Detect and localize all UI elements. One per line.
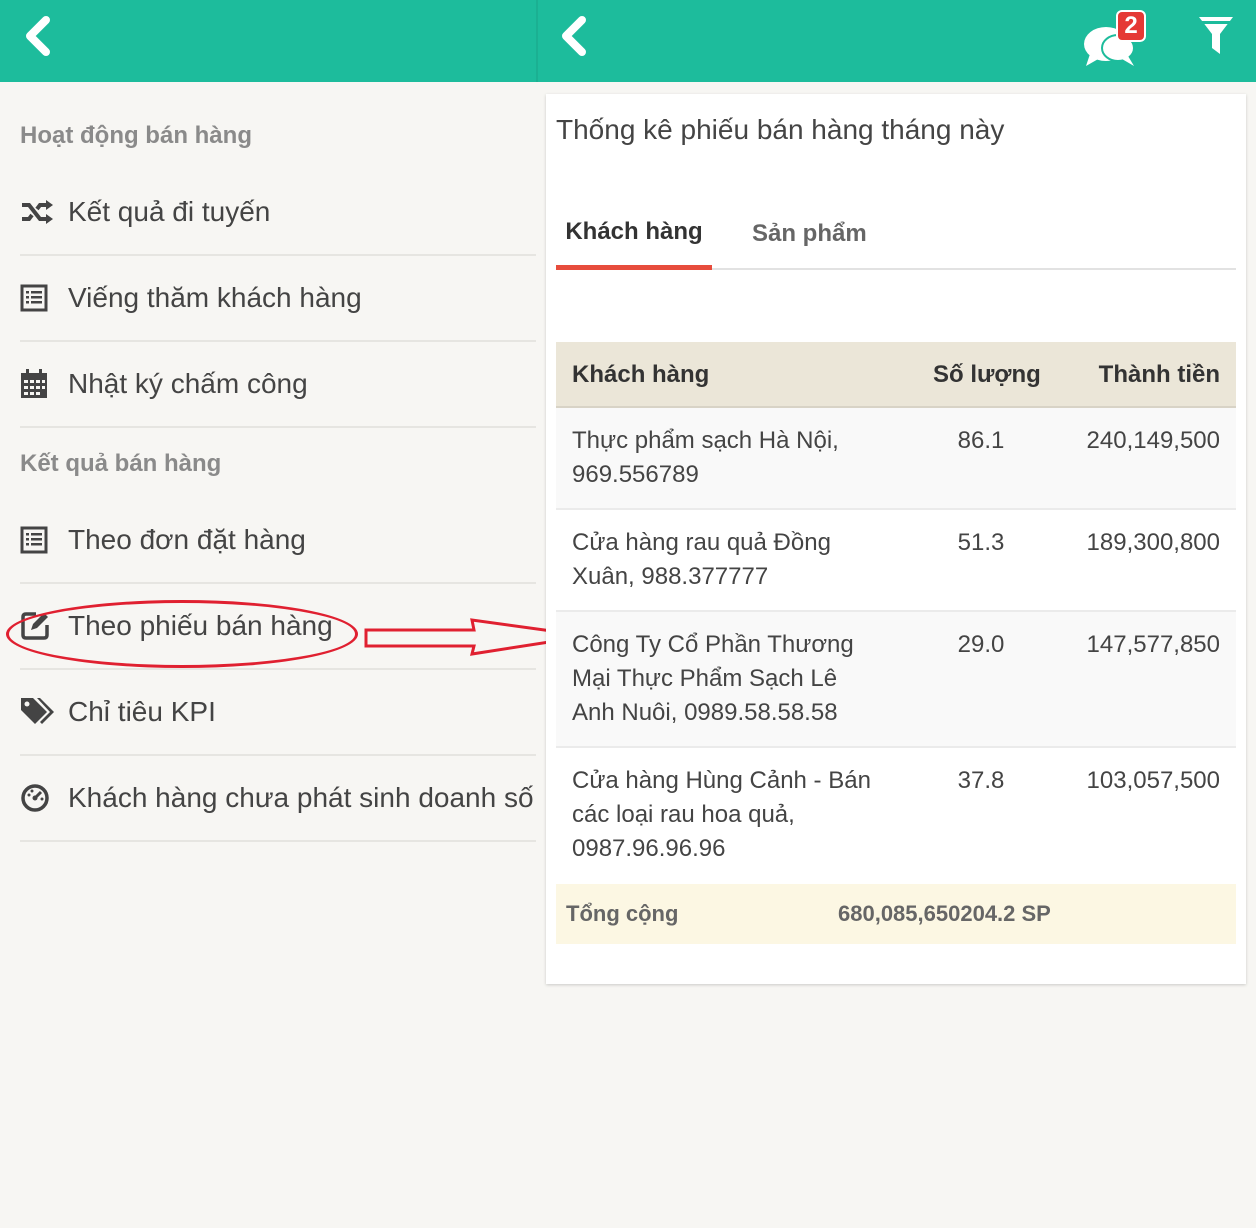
- sidebar-item-label: Nhật ký chấm công: [68, 368, 308, 399]
- panel-title: Thống kê phiếu bán hàng tháng này: [556, 114, 1005, 145]
- cell-amount: 189,300,800: [1086, 529, 1220, 556]
- sales-slip-panel: Thống kê phiếu bán hàng tháng này Khách …: [546, 94, 1246, 984]
- column-header-quantity[interactable]: Số lượng: [933, 342, 1041, 408]
- header-divider: [536, 0, 538, 82]
- cell-customer: Thực phẩm sạch Hà Nội, 969.556789: [572, 427, 839, 488]
- cell-customer: Cửa hàng rau quả Đồng Xuân, 988.377777: [572, 529, 831, 590]
- sidebar-item-label: Chỉ tiêu KPI: [68, 696, 216, 727]
- cell-amount: 240,149,500: [1086, 427, 1220, 454]
- chevron-left-icon: [562, 16, 586, 56]
- tab-products[interactable]: Sản phẩm: [752, 198, 867, 270]
- cell-customer: Cửa hàng Hùng Cảnh - Bán các loại rau ho…: [572, 767, 871, 862]
- back-button-left[interactable]: [16, 14, 60, 58]
- cell-amount: 147,577,850: [1086, 631, 1220, 658]
- cell-quantity: 86.1: [957, 427, 1005, 454]
- calendar-icon: [20, 364, 68, 404]
- total-value: 680,085,650204.2 SP: [838, 901, 1051, 926]
- sidebar-item-by-order[interactable]: Theo đơn đặt hàng: [20, 498, 536, 584]
- dashboard-icon: [20, 778, 68, 818]
- sidebar-item-label: Theo đơn đặt hàng: [68, 524, 306, 555]
- sidebar-item-kpi[interactable]: Chỉ tiêu KPI: [20, 670, 536, 756]
- back-button-right[interactable]: [552, 14, 596, 58]
- section-title-sales-results: Kết quả bán hàng: [20, 450, 222, 477]
- cell-quantity: 51.3: [957, 529, 1005, 556]
- filter-icon: [1199, 17, 1233, 54]
- filter-button[interactable]: [1196, 14, 1236, 58]
- sidebar-item-label: Khách hàng chưa phát sinh doanh số: [68, 782, 534, 813]
- table-header: Khách hàng Số lượng Thành tiền: [556, 342, 1236, 408]
- sidebar-item-timesheet[interactable]: Nhật ký chấm công: [20, 342, 536, 428]
- sidebar-item-label: Kết quả đi tuyến: [68, 196, 271, 227]
- table-row[interactable]: Cửa hàng rau quả Đồng Xuân, 988.377777 5…: [556, 510, 1236, 612]
- table-row[interactable]: Công Ty Cổ Phần Thương Mại Thực Phẩm Sạc…: [556, 612, 1236, 748]
- section-title-sales-activities: Hoạt động bán hàng: [20, 122, 252, 149]
- sidebar-item-label: Viếng thăm khách hàng: [68, 282, 362, 313]
- shuffle-icon: [20, 192, 68, 232]
- tab-customers[interactable]: Khách hàng: [556, 198, 712, 270]
- cell-quantity: 29.0: [957, 631, 1005, 658]
- table-row[interactable]: Thực phẩm sạch Hà Nội, 969.556789 86.1 2…: [556, 408, 1236, 510]
- list-icon: [20, 278, 68, 318]
- messages-button[interactable]: 2: [1078, 10, 1148, 70]
- tags-icon: [20, 692, 68, 732]
- cell-quantity: 37.8: [957, 767, 1005, 794]
- chevron-left-icon: [26, 16, 50, 56]
- sidebar-item-customer-visits[interactable]: Viếng thăm khách hàng: [20, 256, 536, 342]
- column-header-customer[interactable]: Khách hàng: [572, 342, 709, 408]
- tab-bar: Khách hàng Sản phẩm: [556, 198, 1236, 270]
- total-label: Tổng cộng: [566, 901, 679, 926]
- cell-amount: 103,057,500: [1086, 767, 1220, 794]
- cell-customer: Công Ty Cổ Phần Thương Mại Thực Phẩm Sạc…: [572, 631, 854, 726]
- sales-table: Khách hàng Số lượng Thành tiền Thực phẩm…: [556, 342, 1236, 944]
- app-header: 2: [0, 0, 1256, 82]
- column-header-amount[interactable]: Thành tiền: [1099, 342, 1220, 408]
- table-total-row: Tổng cộng 680,085,650204.2 SP: [556, 884, 1236, 944]
- sidebar-item-customers-no-sales[interactable]: Khách hàng chưa phát sinh doanh số: [20, 756, 536, 842]
- sidebar-item-route-results[interactable]: Kết quả đi tuyến: [20, 170, 536, 256]
- notification-badge: 2: [1116, 10, 1146, 42]
- table-row[interactable]: Cửa hàng Hùng Cảnh - Bán các loại rau ho…: [556, 748, 1236, 884]
- annotation-ellipse: [6, 600, 358, 668]
- list-icon: [20, 520, 68, 560]
